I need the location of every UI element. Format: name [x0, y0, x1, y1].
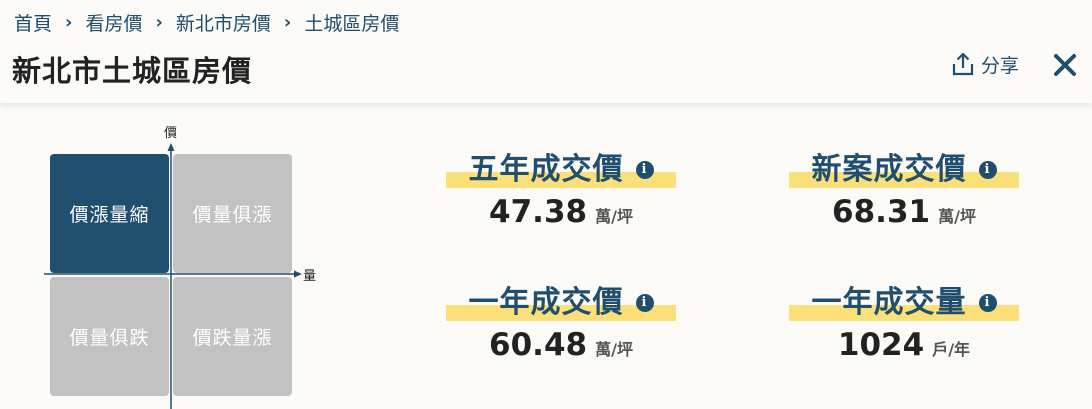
stat-unit: 萬/坪 — [595, 340, 633, 359]
stat-value: 1024 — [837, 327, 925, 363]
stat-one-year-price: 一年成交價 i 60.48 萬/坪 — [446, 283, 676, 363]
chevron-right-icon: › — [283, 11, 292, 33]
share-label: 分享 — [981, 54, 1020, 77]
breadcrumb-tucheng[interactable]: 土城區房價 — [304, 9, 399, 36]
breadcrumb-house-price[interactable]: 看房價 — [85, 9, 142, 36]
stat-new-project-price: 新案成交價 i 68.31 萬/坪 — [789, 150, 1019, 230]
breadcrumb: 首頁 › 看房價 › 新北市房價 › 土城區房價 — [14, 9, 399, 35]
stat-value: 68.31 — [832, 194, 931, 230]
info-icon[interactable]: i — [978, 294, 997, 312]
info-icon[interactable]: i — [978, 161, 997, 179]
stat-value: 60.48 — [489, 327, 588, 363]
stat-one-year-volume: 一年成交量 i 1024 戶/年 — [789, 283, 1019, 363]
page-title: 新北市土城區房價 — [12, 54, 253, 88]
stat-unit: 萬/坪 — [595, 207, 633, 226]
info-icon[interactable]: i — [635, 294, 654, 312]
close-icon — [1054, 54, 1076, 76]
info-icon[interactable]: i — [635, 161, 654, 179]
stat-title: 新案成交價 — [811, 152, 967, 187]
price-volume-quadrant: 價 量 價漲量縮 價量俱漲 價量俱跌 價跌量漲 — [40, 120, 330, 409]
stat-unit: 萬/坪 — [938, 207, 976, 226]
chevron-right-icon: › — [155, 11, 163, 33]
stat-title: 一年成交量 — [811, 285, 967, 320]
stat-unit: 戶/年 — [932, 340, 971, 359]
close-button[interactable] — [1052, 52, 1078, 78]
share-icon — [952, 52, 974, 76]
stat-title: 一年成交價 — [468, 285, 624, 320]
stat-five-year-price: 五年成交價 i 47.38 萬/坪 — [446, 150, 676, 230]
share-button[interactable]: 分享 — [951, 50, 1019, 78]
stat-value: 47.38 — [489, 194, 588, 230]
breadcrumb-home[interactable]: 首頁 — [14, 9, 52, 36]
stat-title: 五年成交價 — [468, 152, 624, 187]
page-header: 首頁 › 看房價 › 新北市房價 › 土城區房價 新北市土城區房價 分享 — [0, 0, 1092, 103]
quadrant-axes — [44, 143, 302, 409]
breadcrumb-new-taipei[interactable]: 新北市房價 — [176, 9, 271, 36]
chevron-right-icon: › — [65, 11, 73, 33]
